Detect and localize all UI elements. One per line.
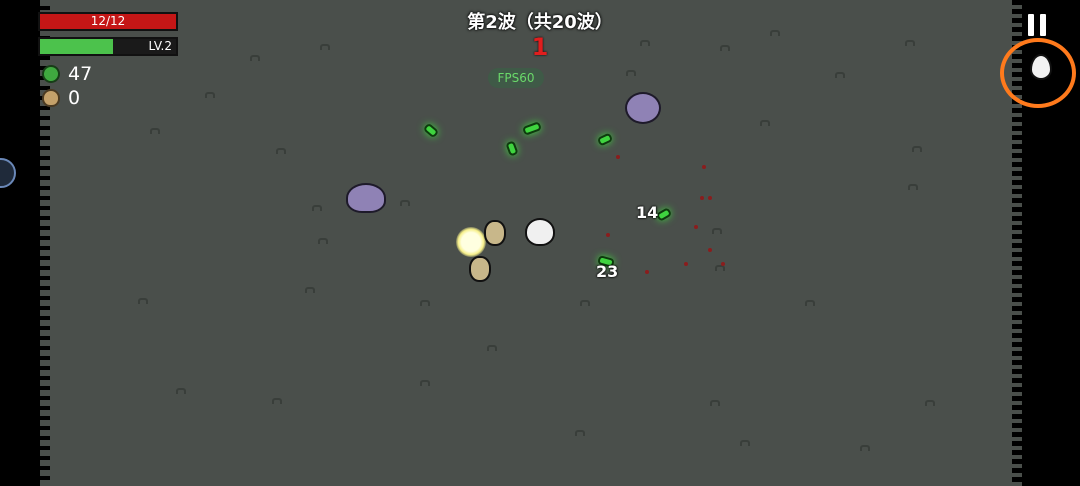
muzzle-flash [456,227,486,257]
turret [469,256,491,282]
wave-timer: 1 [531,33,549,61]
side-menu-button[interactable] [0,158,16,188]
green-material-icon [39,62,63,86]
materials-count: 47 [68,63,93,85]
fps-counter: FPS60 [488,68,544,88]
player-character [525,218,555,246]
bag-counter: 0 [42,87,80,109]
purple-enemy [346,183,386,213]
damage-number: 14 [636,203,659,222]
egg-character-icon[interactable] [1030,54,1052,80]
pause-button[interactable] [1024,12,1050,38]
pause-icon [1028,14,1034,36]
damage-number: 23 [596,262,619,281]
bag-count: 0 [68,87,81,109]
turret [484,220,506,246]
materials-counter: 47 [39,62,93,86]
loot-bag-icon [42,89,60,107]
pause-icon [1040,14,1046,36]
purple-enemy [625,92,661,124]
wave-title: 第2波（共20波） [467,12,613,33]
